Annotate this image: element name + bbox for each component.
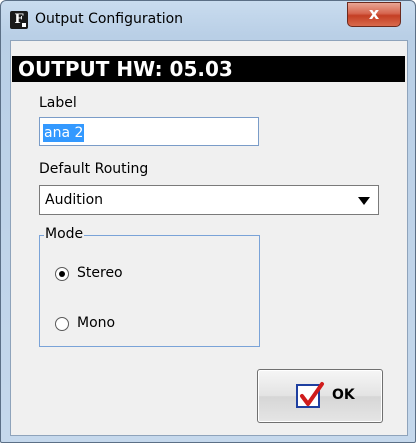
chevron-down-icon[interactable] — [358, 197, 370, 205]
label-input-value: ana 2 — [43, 124, 85, 142]
mode-groupbox: Mode — [39, 226, 260, 347]
mono-radio-label[interactable]: Mono — [77, 315, 115, 331]
red-checkmark-icon — [296, 382, 324, 408]
stereo-radio[interactable] — [55, 267, 69, 281]
mode-legend: Mode — [44, 226, 85, 242]
close-button[interactable]: x — [347, 2, 401, 27]
default-routing-value: Audition — [45, 192, 104, 208]
radio-selected-dot — [59, 271, 65, 277]
mono-radio[interactable] — [55, 317, 69, 331]
window-title: Output Configuration — [35, 11, 184, 27]
default-routing-select[interactable]: Audition — [39, 185, 379, 215]
default-routing-caption: Default Routing — [39, 161, 149, 177]
output-header: OUTPUT HW: 05.03 — [12, 56, 405, 82]
title-bar[interactable]: F Output Configuration x — [1, 1, 415, 39]
app-logo-icon: F — [10, 11, 28, 29]
ok-button-label: OK — [332, 387, 355, 403]
output-configuration-window: F Output Configuration x OUTPUT HW: 05.0… — [0, 0, 416, 443]
ok-button[interactable]: OK — [257, 369, 383, 423]
label-input[interactable]: ana 2 — [39, 117, 259, 146]
close-icon: x — [368, 4, 380, 23]
label-caption: Label — [39, 95, 77, 111]
stereo-radio-label[interactable]: Stereo — [77, 265, 123, 281]
